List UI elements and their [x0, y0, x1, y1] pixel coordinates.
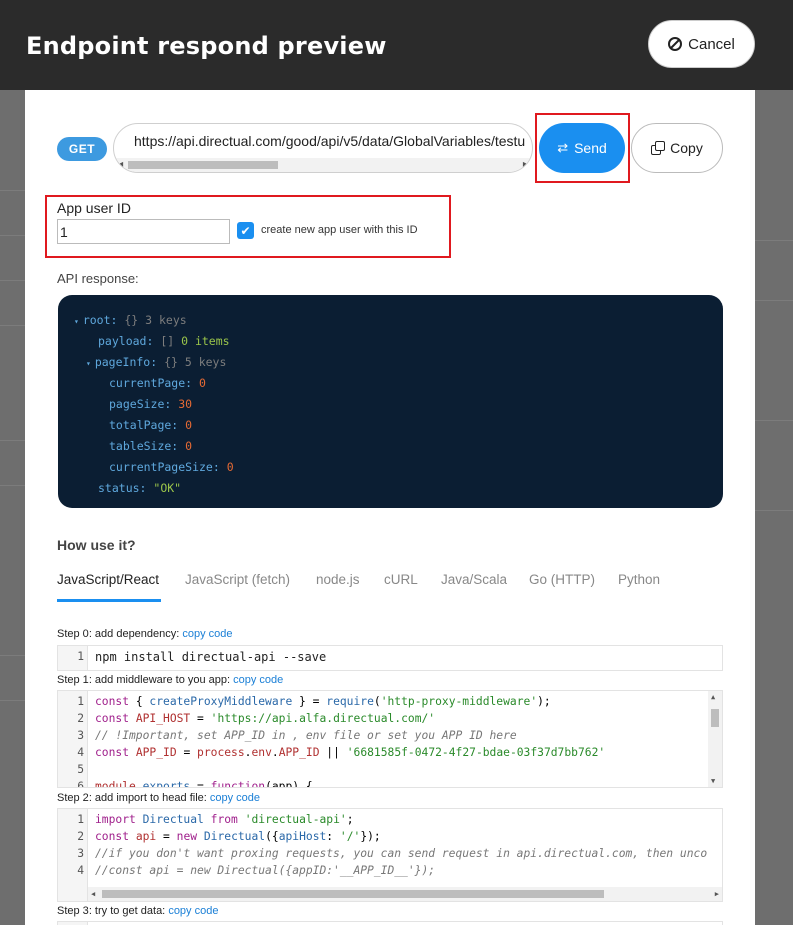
expand-toggle-icon[interactable]: ▾: [86, 359, 91, 368]
code-vertical-scrollbar[interactable]: ▲ ▼: [708, 691, 722, 787]
step-3-label: Step 3: try to get data: copy code: [57, 905, 219, 917]
tab-nodejs[interactable]: node.js: [316, 572, 360, 587]
copy-code-link[interactable]: copy code: [233, 674, 283, 686]
scrollbar-thumb[interactable]: [711, 709, 719, 727]
app-user-id-input[interactable]: [57, 219, 230, 244]
json-line: pageSize: 30: [109, 397, 193, 411]
step-0-label: Step 0: add dependency: copy code: [57, 628, 233, 640]
step-1-code-block[interactable]: 1 const { createProxyMiddleware } = requi…: [57, 690, 723, 788]
app-user-id-label: App user ID: [57, 200, 131, 216]
bg-divider: [0, 190, 28, 191]
code-line: 1 import Directual from 'directual-api';: [77, 813, 354, 826]
json-line: status: "OK": [98, 481, 182, 495]
scroll-down-icon[interactable]: ▼: [711, 777, 715, 785]
json-line: ▾ pageInfo: {} 5 keys: [86, 355, 227, 369]
copy-code-link[interactable]: copy code: [182, 628, 232, 640]
bg-divider: [0, 440, 28, 441]
copy-code-link[interactable]: copy code: [210, 792, 260, 804]
code-line: 2 const api = new Directual({apiHost: '/'…: [77, 830, 381, 843]
tab-java-scala[interactable]: Java/Scala: [441, 572, 507, 587]
scrollbar-thumb[interactable]: [128, 161, 278, 169]
bg-divider: [755, 420, 793, 421]
json-line: currentPageSize: 0: [109, 460, 234, 474]
cancel-button[interactable]: Cancel: [648, 20, 755, 68]
scroll-right-icon[interactable]: ▶: [523, 160, 529, 169]
tab-javascript-react[interactable]: JavaScript/React: [57, 572, 159, 587]
step-3-code-block[interactable]: [57, 921, 723, 925]
json-line: totalPage: 0: [109, 418, 193, 432]
json-line: currentPage: 0: [109, 376, 206, 390]
copy-label: Copy: [670, 140, 703, 156]
url-horizontal-scrollbar[interactable]: ◀ ▶: [114, 158, 532, 172]
json-line: tableSize: 0: [109, 439, 193, 453]
expand-toggle-icon[interactable]: ▾: [74, 317, 79, 326]
scroll-up-icon[interactable]: ▲: [711, 693, 715, 701]
tab-python[interactable]: Python: [618, 572, 660, 587]
api-response-label: API response:: [57, 271, 139, 286]
step-0-code-block[interactable]: 1 npm install directual-api --save: [57, 645, 723, 671]
bg-divider: [755, 510, 793, 511]
code-horizontal-scrollbar[interactable]: ◀ ▶: [88, 887, 722, 901]
bg-divider: [0, 235, 28, 236]
code-line: 3// !Important, set APP_ID in , env file…: [77, 729, 517, 742]
code-line: 1 npm install directual-api --save: [77, 650, 327, 664]
copy-button[interactable]: Copy: [631, 123, 723, 173]
bg-divider: [0, 325, 28, 326]
create-user-checkbox-label: create new app user with this ID: [261, 224, 418, 236]
code-line: 5: [77, 763, 84, 776]
url-field[interactable]: https://api.directual.com/good/api/v5/da…: [113, 123, 533, 173]
code-line: 3//if you don't want proxing requests, y…: [77, 847, 708, 860]
bg-divider: [0, 485, 28, 486]
json-line: ▾ root: {} 3 keys: [74, 313, 187, 327]
url-text: https://api.directual.com/good/api/v5/da…: [134, 133, 526, 149]
preview-panel: GET https://api.directual.com/good/api/v…: [25, 90, 755, 925]
send-button[interactable]: ⇄ Send: [539, 123, 625, 173]
step-2-label: Step 2: add import to head file: copy co…: [57, 792, 261, 804]
scroll-right-icon[interactable]: ▶: [715, 890, 719, 898]
json-response-viewer: ▾ root: {} 3 keys payload: [] 0 items ▾ pa…: [58, 295, 723, 508]
tab-javascript-fetch[interactable]: JavaScript (fetch): [185, 572, 290, 587]
cancel-label: Cancel: [688, 35, 735, 53]
copy-icon: [651, 140, 666, 155]
active-tab-indicator: [57, 599, 161, 602]
code-line: 4 const APP_ID = process.env.APP_ID || '6…: [77, 746, 606, 759]
code-line: 2 const API_HOST = 'https://api.alfa.dire…: [77, 712, 436, 725]
send-label: Send: [574, 140, 607, 156]
scroll-left-icon[interactable]: ◀: [117, 160, 123, 169]
code-line: 4//const api = new Directual({appID:'__A…: [77, 864, 436, 877]
step-2-code-block[interactable]: 1 import Directual from 'directual-api'; …: [57, 808, 723, 902]
method-badge: GET: [57, 137, 107, 161]
create-user-checkbox[interactable]: ✔: [237, 222, 254, 239]
scrollbar-thumb[interactable]: [102, 890, 604, 898]
json-line: payload: [] 0 items: [98, 334, 230, 348]
copy-code-link[interactable]: copy code: [168, 905, 218, 917]
swap-arrows-icon: ⇄: [557, 140, 569, 155]
bg-divider: [755, 300, 793, 301]
cancel-icon: [668, 37, 683, 51]
code-line: 6 module.exports = function(app) {: [77, 780, 313, 788]
scroll-left-icon[interactable]: ◀: [91, 890, 95, 898]
modal-title: Endpoint respond preview: [26, 32, 387, 60]
bg-divider: [755, 240, 793, 241]
bg-divider: [0, 700, 28, 701]
tab-curl[interactable]: cURL: [384, 572, 418, 587]
bg-divider: [0, 280, 28, 281]
code-line: 1 const { createProxyMiddleware } = requi…: [77, 695, 551, 708]
bg-divider: [0, 655, 28, 656]
how-to-title: How use it?: [57, 537, 136, 553]
tab-go-http[interactable]: Go (HTTP): [529, 572, 595, 587]
step-1-label: Step 1: add middleware to you app: copy …: [57, 674, 284, 686]
